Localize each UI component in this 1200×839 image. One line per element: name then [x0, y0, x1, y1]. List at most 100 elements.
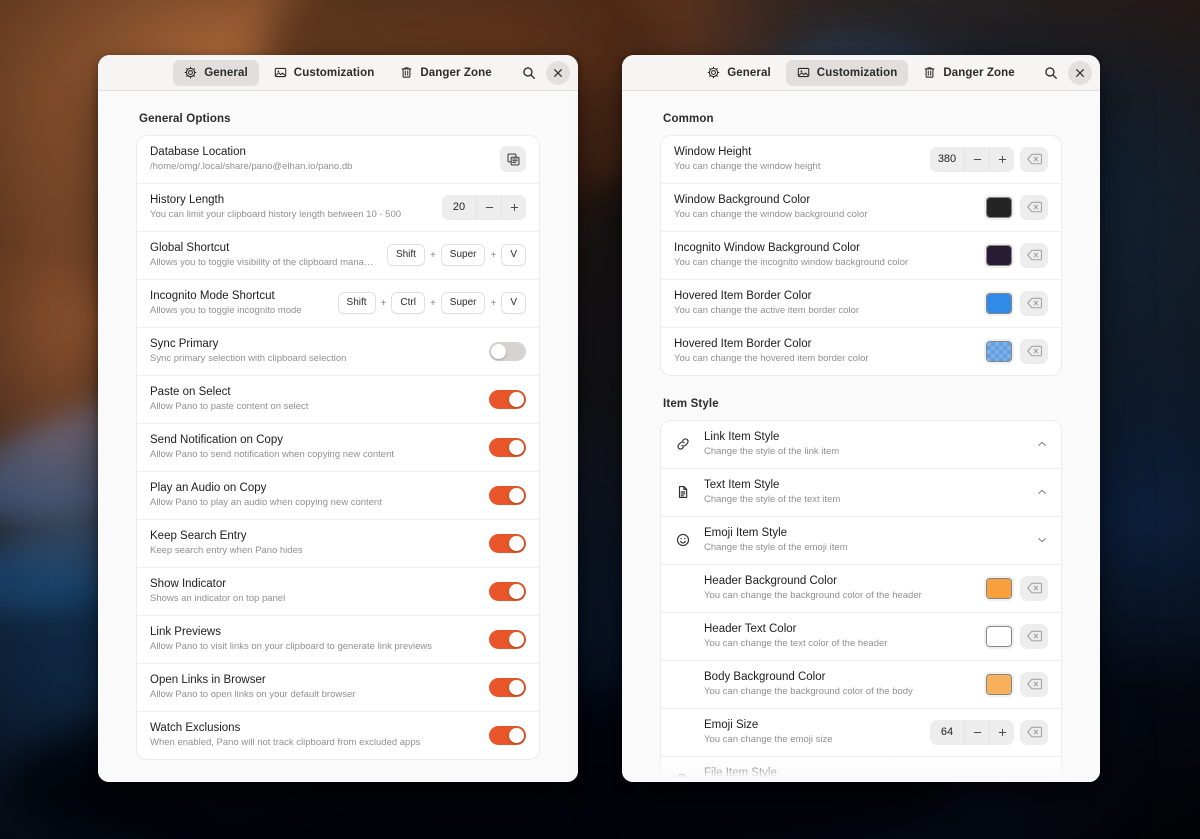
close-icon[interactable]: [1068, 60, 1092, 85]
settings-row[interactable]: Open Links in Browser Allow Pano to open …: [137, 664, 539, 712]
settings-row[interactable]: Window Background Color You can change th…: [661, 184, 1061, 232]
key-chip[interactable]: Super: [440, 244, 486, 267]
settings-content-right: Common Window Height You can change the wi…: [622, 91, 1100, 782]
window-background-color-swatch[interactable]: [984, 194, 1014, 220]
row-control: 64: [930, 719, 1048, 745]
settings-row[interactable]: Sync Primary Sync primary selection with …: [137, 328, 539, 376]
paste-on-select-toggle[interactable]: [489, 389, 526, 409]
key-chip[interactable]: V: [501, 244, 526, 267]
settings-row[interactable]: Text Item Style Change the style of the t…: [661, 469, 1061, 517]
settings-content-left: General Options Database Location/home/om…: [98, 91, 578, 782]
reset-button[interactable]: [1020, 290, 1048, 316]
incognito-shortcut-keys[interactable]: Shift + Ctrl + Super + V: [337, 292, 526, 315]
stepper-value[interactable]: 64: [930, 720, 964, 745]
pano-preferences-window-general[interactable]: General Customization Danger Zone General …: [98, 55, 578, 782]
tab-customization-right[interactable]: Customization: [785, 59, 909, 86]
emoji-size-stepper[interactable]: 64: [930, 719, 1014, 745]
send-notification-on-copy-toggle[interactable]: [489, 437, 526, 457]
settings-row[interactable]: Header Background Color You can change th…: [661, 565, 1061, 613]
settings-row[interactable]: Window Height You can change the window h…: [661, 136, 1061, 184]
watch-exclusions-toggle[interactable]: [489, 725, 526, 745]
settings-row[interactable]: Hovered Item Border Color You can change …: [661, 280, 1061, 328]
emoji-header-background-color-swatch[interactable]: [984, 575, 1014, 601]
link-previews-toggle[interactable]: [489, 629, 526, 649]
link-item-style-expander[interactable]: [1036, 438, 1048, 450]
reset-button[interactable]: [1020, 575, 1048, 601]
emoji-item-style-expander[interactable]: [1036, 534, 1048, 546]
open-links-in-browser-toggle[interactable]: [489, 677, 526, 697]
reset-button[interactable]: [1020, 146, 1048, 172]
sync-primary-toggle[interactable]: [489, 341, 526, 361]
stepper-value[interactable]: 380: [930, 147, 964, 172]
keep-search-entry-toggle[interactable]: [489, 533, 526, 553]
settings-row[interactable]: Hovered Item Border Color You can change …: [661, 328, 1061, 375]
settings-row[interactable]: Paste on Select Allow Pano to paste conte…: [137, 376, 539, 424]
key-chip[interactable]: Ctrl: [391, 292, 425, 315]
reset-button[interactable]: [1020, 719, 1048, 745]
settings-row[interactable]: Global Shortcut Allows you to toggle visi…: [137, 232, 539, 280]
stepper-value[interactable]: 20: [442, 195, 476, 220]
settings-row[interactable]: Incognito Window Background Color You can…: [661, 232, 1061, 280]
reset-button[interactable]: [1020, 338, 1048, 364]
reset-button[interactable]: [1020, 623, 1048, 649]
stepper-decrement-button[interactable]: [476, 194, 501, 220]
settings-row[interactable]: File Item StyleChange the style of the f…: [661, 757, 1061, 782]
stepper-increment-button[interactable]: [989, 146, 1014, 172]
settings-row[interactable]: Body Background Color You can change the …: [661, 661, 1061, 709]
tab-danger-zone-right[interactable]: Danger Zone: [912, 60, 1025, 86]
tab-general-right[interactable]: General: [696, 60, 782, 86]
reset-button[interactable]: [1020, 671, 1048, 697]
show-indicator-toggle[interactable]: [489, 581, 526, 601]
settings-row[interactable]: Play an Audio on Copy Allow Pano to play …: [137, 472, 539, 520]
row-subtitle: Keep search entry when Pano hides: [150, 545, 303, 557]
row-subtitle: Allow Pano to play an audio when copying…: [150, 497, 382, 509]
settings-row[interactable]: Keep Search Entry Keep search entry when …: [137, 520, 539, 568]
settings-row[interactable]: Header Text Color You can change the text…: [661, 613, 1061, 661]
key-chip[interactable]: Super: [440, 292, 486, 315]
incognito-window-background-color-swatch[interactable]: [984, 242, 1014, 268]
tab-danger-zone-left[interactable]: Danger Zone: [389, 60, 502, 86]
text-file-icon: [674, 485, 692, 499]
search-icon[interactable]: [517, 61, 541, 85]
key-chip[interactable]: Shift: [337, 292, 376, 315]
global-shortcut-keys[interactable]: Shift + Super + V: [386, 244, 526, 267]
text-item-style-expander[interactable]: [1036, 486, 1048, 498]
pano-preferences-window-customization[interactable]: General Customization Danger Zone Common Wi…: [622, 55, 1100, 782]
stepper-decrement-button[interactable]: [964, 719, 989, 745]
settings-row[interactable]: Send Notification on Copy Allow Pano to s…: [137, 424, 539, 472]
settings-row[interactable]: Emoji Item Style Change the style of the …: [661, 517, 1061, 565]
search-icon[interactable]: [1039, 61, 1063, 85]
settings-row[interactable]: Link Previews Allow Pano to visit links o…: [137, 616, 539, 664]
emoji-body-background-color-swatch[interactable]: [984, 671, 1014, 697]
play-audio-on-copy-toggle[interactable]: [489, 485, 526, 505]
row-text: History Length You can limit your clipboa…: [150, 193, 432, 222]
color-preview: [986, 244, 1012, 266]
tab-general-left[interactable]: General: [173, 59, 259, 86]
settings-row[interactable]: Show Indicator Shows an indicator on top …: [137, 568, 539, 616]
key-chip[interactable]: Shift: [386, 244, 425, 267]
window-height-stepper[interactable]: 380: [930, 146, 1014, 172]
row-title: Body Background Color: [704, 670, 826, 683]
file-item-style-expander[interactable]: [1036, 774, 1048, 782]
settings-row[interactable]: Emoji Size You can change the emoji size 6…: [661, 709, 1061, 757]
settings-row[interactable]: Incognito Mode Shortcut Allows you to tog…: [137, 280, 539, 328]
reset-button[interactable]: [1020, 194, 1048, 220]
settings-row[interactable]: History Length You can limit your clipboa…: [137, 184, 539, 232]
reset-button[interactable]: [1020, 242, 1048, 268]
stepper-increment-button[interactable]: [501, 194, 526, 220]
close-icon[interactable]: [546, 60, 570, 85]
stepper-increment-button[interactable]: [989, 719, 1014, 745]
settings-row[interactable]: Watch Exclusions When enabled, Pano will …: [137, 712, 539, 759]
history-length-stepper[interactable]: 20: [442, 194, 526, 220]
copy-database-location-button[interactable]: [500, 146, 526, 173]
tab-customization-left[interactable]: Customization: [263, 60, 386, 86]
settings-card: Link Item Style Change the style of the l…: [660, 419, 1062, 782]
key-chip[interactable]: V: [501, 292, 526, 315]
hovered-item-border-color-swatch[interactable]: [984, 338, 1014, 364]
settings-row[interactable]: Database Location/home/omg/.local/share/…: [137, 136, 539, 184]
active-item-border-color-swatch[interactable]: [984, 290, 1014, 316]
emoji-header-text-color-swatch[interactable]: [984, 623, 1014, 649]
stepper-decrement-button[interactable]: [964, 146, 989, 172]
settings-row[interactable]: Link Item Style Change the style of the l…: [661, 421, 1061, 469]
row-subtitle: You can limit your clipboard history len…: [150, 209, 402, 221]
